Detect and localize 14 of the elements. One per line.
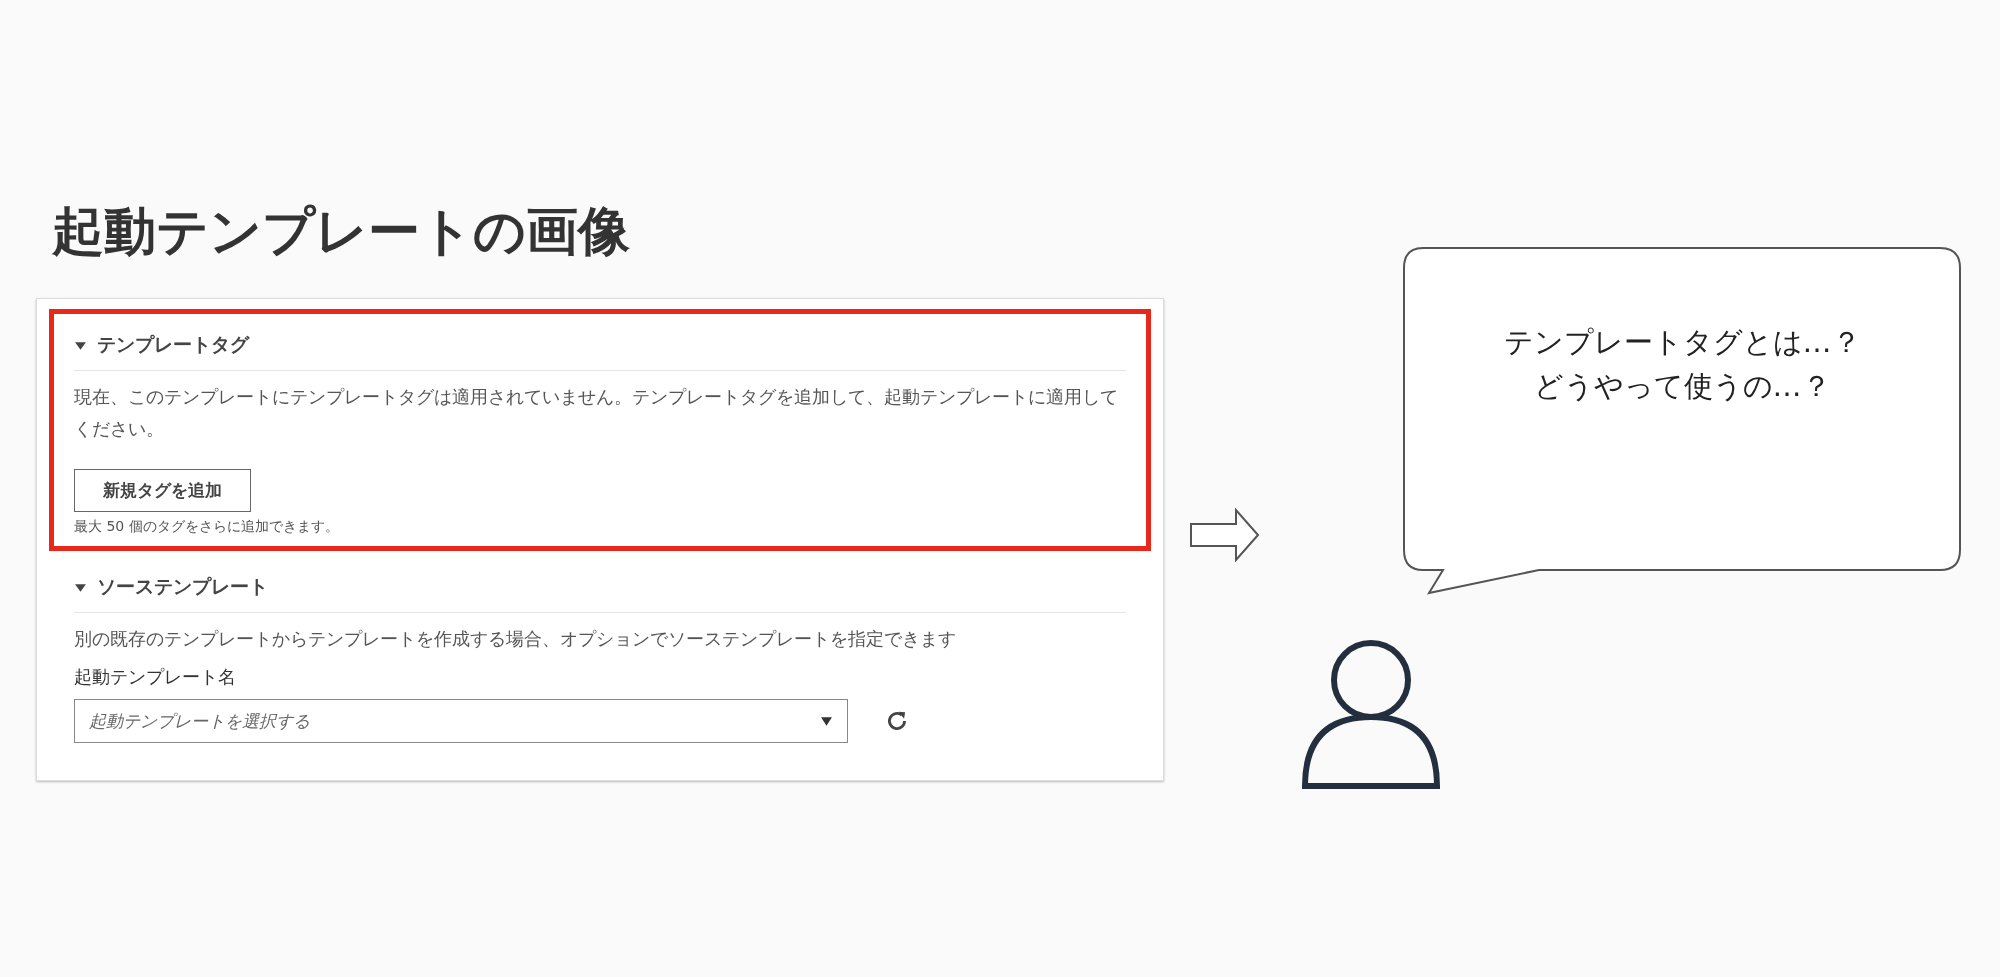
dropdown-caret-icon (820, 714, 833, 728)
add-tag-button[interactable]: 新規タグを追加 (74, 469, 251, 513)
right-arrow-icon (1190, 508, 1260, 562)
field-label: 起動テンプレート名 (74, 665, 237, 690)
select-field[interactable]: 起動テンプレートを選択する (74, 699, 848, 744)
hint-text: 最大 50 個のタグをさらに追加できます。 (74, 518, 340, 537)
section-heading[interactable]: テンプレートタグ (97, 332, 249, 359)
description-text: 別の既存のテンプレートからテンプレートを作成する場合、オプションでソーステンプレートを指定できます (74, 627, 957, 652)
description-text: 現在、このテンプレートにテンプレートタグは適用されていません。テンプレートタグを追加して、起動テンプレートに適用してください。 (74, 385, 1119, 442)
section-heading[interactable]: ソーステンプレート (97, 574, 268, 601)
slide-title: 起動テンプレートの画像 (52, 200, 631, 263)
bubble-text: テンプレートタグとは…？ (1503, 324, 1861, 361)
person-icon (1301, 640, 1441, 790)
bubble-text: どうやって使うの…？ (1533, 368, 1831, 405)
